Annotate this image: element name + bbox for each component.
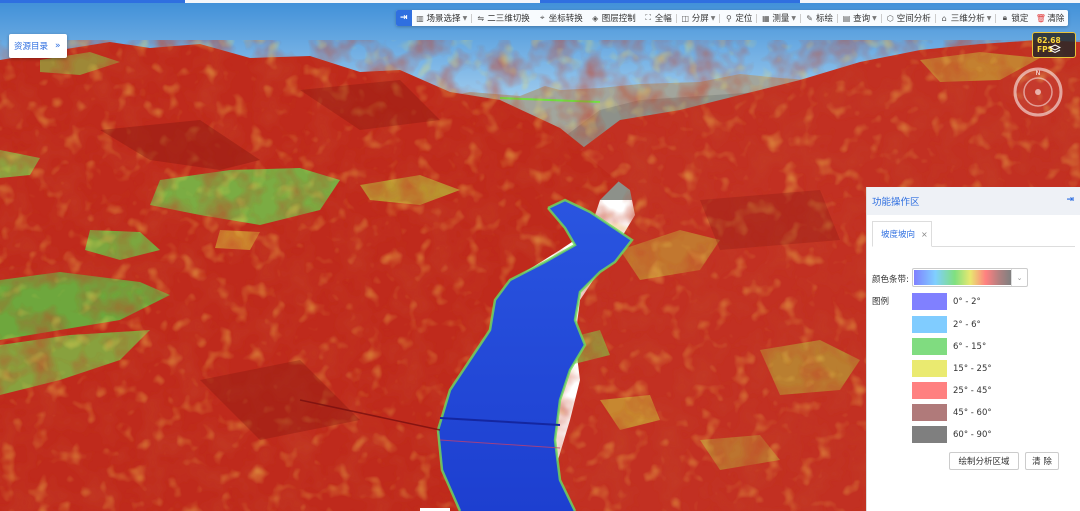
toolbar-label: 二三维切换 bbox=[487, 14, 530, 24]
panel-header: 功能操作区 ⇥ bbox=[867, 187, 1080, 215]
toolbar-label: 定位 bbox=[735, 14, 753, 24]
legend-item: 0° - 2° bbox=[912, 293, 1062, 310]
legend-swatch bbox=[912, 426, 947, 443]
function-panel: 功能操作区 ⇥ 坡度坡向 × 颜色条带: ⌄ 图例 0° - 2° 2° - 6… bbox=[866, 187, 1080, 511]
color-ramp-select[interactable]: ⌄ bbox=[912, 268, 1028, 287]
3d-analysis-icon: ⌂ bbox=[941, 13, 947, 23]
query-button[interactable]: ▤ 查询 ▼ bbox=[838, 10, 881, 26]
layer-control-button[interactable]: ◈ 图层控制 bbox=[587, 10, 640, 26]
toolbar-label: 锁定 bbox=[1011, 14, 1029, 24]
split-screen-icon: ◫ bbox=[681, 13, 690, 23]
legend-item: 15° - 25° bbox=[912, 360, 1062, 377]
top-progress-strip bbox=[0, 0, 1080, 3]
layers-icon bbox=[1049, 44, 1061, 54]
color-ramp-label: 颜色条带: bbox=[872, 275, 909, 285]
chevron-down-icon: ⌄ bbox=[1011, 269, 1027, 286]
strip-segment bbox=[540, 0, 800, 3]
legend-swatch bbox=[912, 360, 947, 377]
panel-tabbar: 坡度坡向 × bbox=[872, 221, 1075, 247]
trash-icon: 🗑︎ bbox=[1035, 13, 1046, 23]
legend-range: 6° - 15° bbox=[953, 342, 987, 352]
toolbar-label: 标绘 bbox=[816, 14, 834, 24]
chevron-down-icon: ▼ bbox=[462, 14, 468, 22]
toolbar-label: 坐标转换 bbox=[548, 14, 583, 24]
panel-clear-button[interactable]: 清 除 bbox=[1025, 452, 1059, 470]
toolbar-label: 清除 bbox=[1047, 14, 1065, 24]
legend-item: 25° - 45° bbox=[912, 382, 1062, 399]
compass-icon: N bbox=[1013, 67, 1063, 117]
legend-range: 45° - 60° bbox=[953, 408, 992, 418]
fullscreen-icon: ⛶ bbox=[645, 13, 652, 22]
spatial-analysis-icon: ⬡ bbox=[886, 13, 894, 23]
toolbar-label: 空间分析 bbox=[896, 14, 931, 24]
toolbar-label: 图层控制 bbox=[601, 14, 636, 24]
compass-north-label: N bbox=[1036, 70, 1041, 77]
layers-icon: ◈ bbox=[592, 13, 599, 23]
legend-swatch bbox=[912, 338, 947, 355]
legend-swatch bbox=[912, 382, 947, 399]
fps-badge: 62.68 FPS bbox=[1032, 32, 1076, 58]
chevron-down-icon: ▼ bbox=[872, 14, 877, 22]
chevron-down-icon: ▼ bbox=[986, 14, 992, 22]
fullscreen-button[interactable]: ⛶ 全幅 bbox=[640, 10, 676, 26]
strip-segment bbox=[0, 0, 185, 3]
measure-icon: ▦ bbox=[762, 13, 770, 23]
toolbar-label: 测量 bbox=[772, 14, 790, 24]
legend-swatch bbox=[912, 316, 947, 333]
scene-select-button[interactable]: ▥ 场景选择 ▼ bbox=[412, 10, 472, 26]
toolbar-label: 分屏 bbox=[691, 14, 709, 24]
plot-icon: ✎ bbox=[806, 13, 813, 23]
panel-title: 功能操作区 bbox=[872, 197, 920, 208]
coordinate-icon: ⌖ bbox=[539, 13, 545, 22]
legend-item: 2° - 6° bbox=[912, 316, 1062, 333]
measure-button[interactable]: ▦ 测量 ▼ bbox=[757, 10, 800, 26]
legend-item: 45° - 60° bbox=[912, 404, 1062, 421]
layers-toggle-button[interactable] bbox=[1047, 43, 1063, 55]
legend-range: 25° - 45° bbox=[953, 386, 992, 396]
lock-icon: 🔒︎ bbox=[1002, 13, 1007, 22]
collapse-right-icon[interactable]: ⇥ bbox=[1066, 195, 1074, 205]
close-icon[interactable]: × bbox=[921, 230, 928, 239]
color-ramp-preview bbox=[914, 270, 1011, 285]
toolbar-label: 三维分析 bbox=[950, 14, 985, 24]
double-chevron-right-icon: » bbox=[55, 41, 61, 51]
legend-item: 6° - 15° bbox=[912, 338, 1062, 355]
legend-range: 2° - 6° bbox=[953, 320, 981, 330]
legend-swatch bbox=[912, 404, 947, 421]
chevron-down-icon: ▼ bbox=[791, 14, 797, 22]
legend-range: 0° - 2° bbox=[953, 297, 981, 307]
scene-icon: ▥ bbox=[416, 13, 424, 23]
tab-label: 坡度坡向 bbox=[881, 230, 916, 240]
clear-button[interactable]: 🗑︎ 清除 bbox=[1032, 10, 1068, 26]
lock-button[interactable]: 🔒︎ 锁定 bbox=[996, 10, 1032, 26]
draw-analysis-area-button[interactable]: 绘制分析区域 bbox=[949, 452, 1019, 470]
3d-analysis-button[interactable]: ⌂ 三维分析 ▼ bbox=[936, 10, 996, 26]
main-toolbar: ⇥ ▥ 场景选择 ▼ ⇋ 二三维切换 ⌖ 坐标转换 ◈ 图层控制 ⛶ 全幅 ◫ … bbox=[396, 10, 1069, 26]
legend-label: 图例 bbox=[872, 297, 890, 307]
spatial-analysis-button[interactable]: ⬡ 空间分析 bbox=[882, 10, 935, 26]
resource-directory-button[interactable]: 资源目录 » bbox=[9, 34, 67, 58]
plot-button[interactable]: ✎ 标绘 bbox=[801, 10, 837, 26]
switch-2d3d-button[interactable]: ⇋ 二三维切换 bbox=[472, 10, 534, 26]
legend-item: 60° - 90° bbox=[912, 426, 1062, 443]
switch-2d3d-icon: ⇋ bbox=[477, 13, 485, 23]
legend-range: 60° - 90° bbox=[953, 430, 992, 440]
locate-icon: ⚲ bbox=[725, 13, 732, 23]
chevron-down-icon: ▼ bbox=[710, 14, 716, 22]
resource-directory-label: 资源目录 bbox=[14, 42, 49, 52]
legend-range: 15° - 25° bbox=[953, 364, 992, 374]
toolbar-label: 查询 bbox=[853, 14, 871, 24]
locate-button[interactable]: ⚲ 定位 bbox=[720, 10, 756, 26]
toolbar-label: 场景选择 bbox=[426, 14, 461, 24]
tab-slope-aspect[interactable]: 坡度坡向 × bbox=[872, 221, 932, 247]
compass-widget[interactable]: N bbox=[1012, 66, 1064, 118]
split-screen-button[interactable]: ◫ 分屏 ▼ bbox=[677, 10, 720, 26]
pin-right-icon[interactable]: ⇥ bbox=[396, 10, 412, 26]
toolbar-label: 全幅 bbox=[654, 14, 672, 24]
coordinate-convert-button[interactable]: ⌖ 坐标转换 bbox=[534, 10, 587, 26]
query-icon: ▤ bbox=[842, 13, 851, 23]
legend-swatch bbox=[912, 293, 947, 310]
